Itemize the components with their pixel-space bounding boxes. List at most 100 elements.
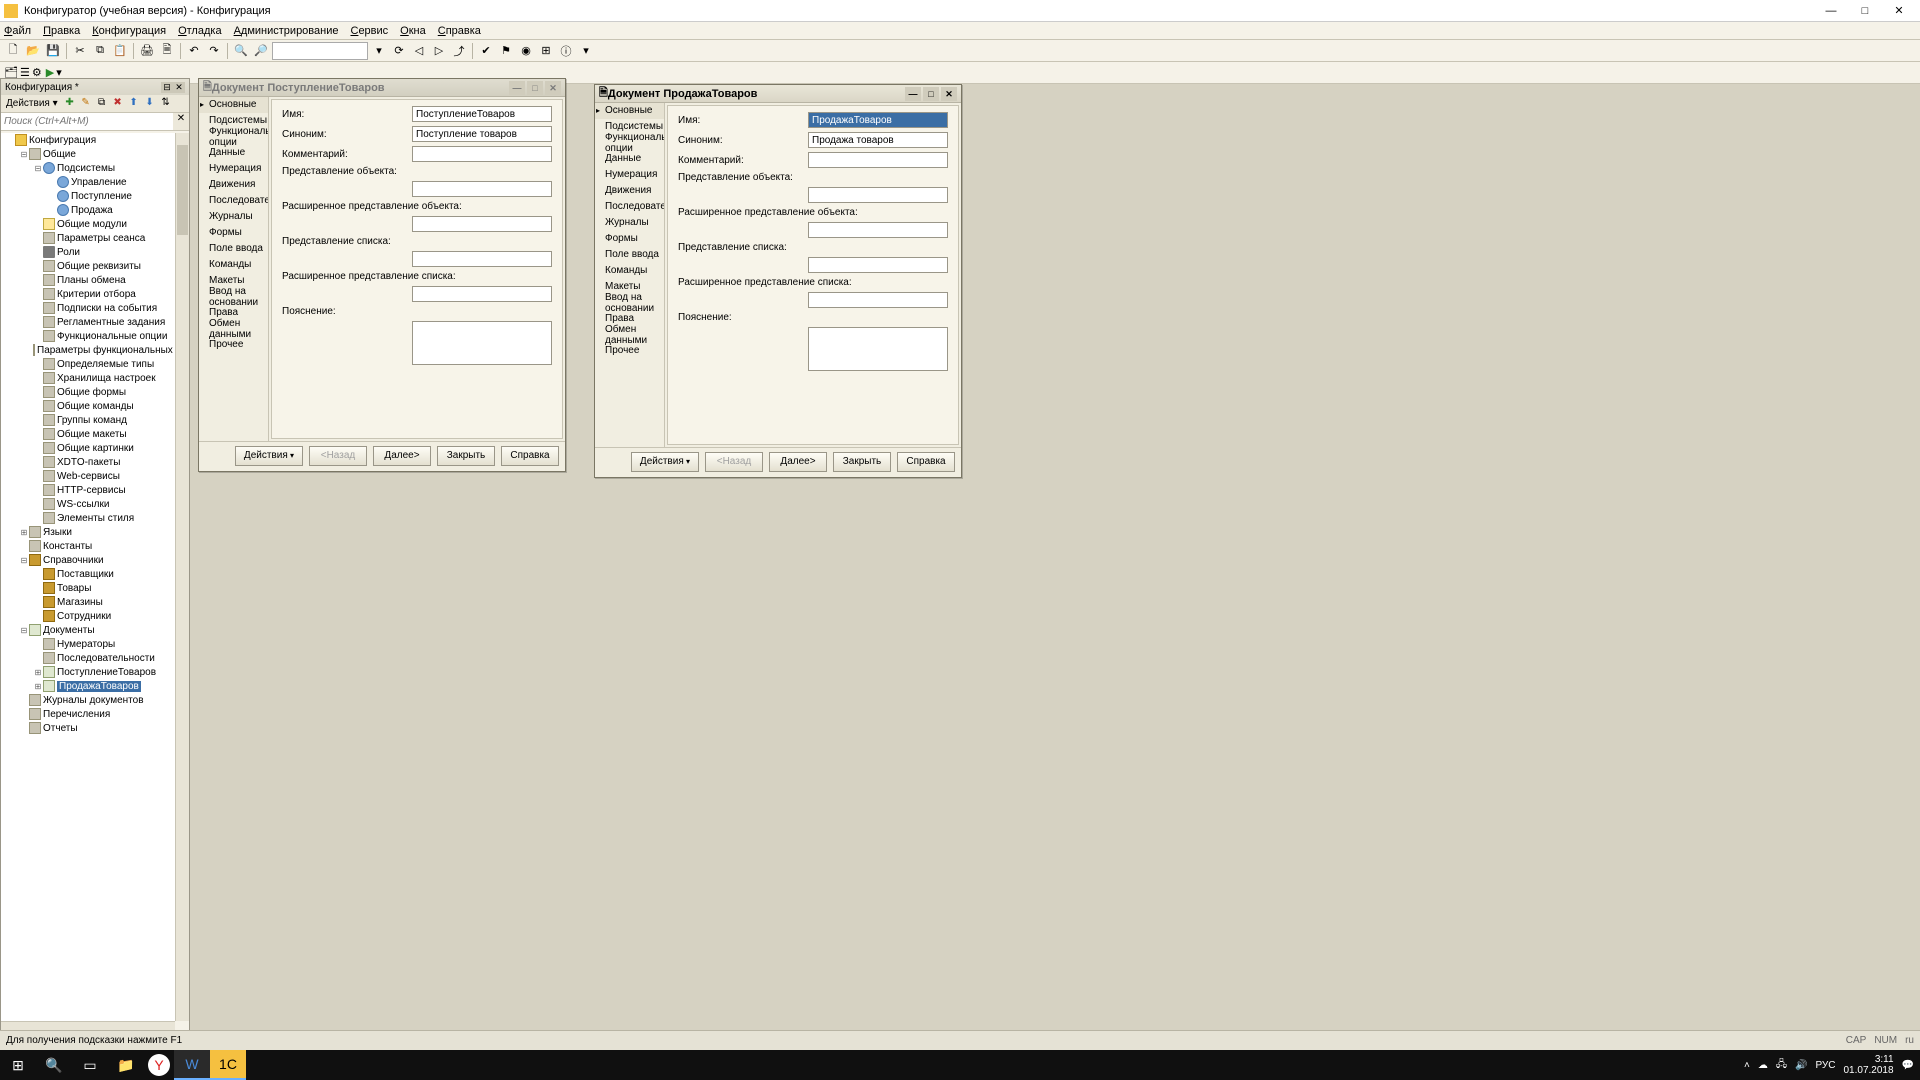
maximize-button[interactable]: □ bbox=[1848, 5, 1882, 17]
tree-node[interactable]: Нумераторы bbox=[1, 637, 175, 651]
refresh-icon[interactable]: ⟳ bbox=[390, 42, 408, 60]
add-icon[interactable]: ✚ bbox=[63, 97, 77, 111]
tree-close-icon[interactable]: ✕ bbox=[173, 82, 185, 93]
obj-repr-input[interactable] bbox=[412, 181, 552, 197]
tree-node[interactable]: ⊞ПродажаТоваров bbox=[1, 679, 175, 693]
explorer-icon[interactable]: 📁 bbox=[108, 1050, 144, 1080]
search-icon[interactable]: 🔍 bbox=[36, 1050, 72, 1080]
ext-list-repr-input[interactable] bbox=[412, 286, 552, 302]
nav-item[interactable]: Журналы bbox=[199, 209, 268, 225]
tree-node[interactable]: Элементы стиля bbox=[1, 511, 175, 525]
menu-администрирование[interactable]: Администрирование bbox=[234, 25, 339, 37]
nav-item[interactable]: Формы bbox=[595, 231, 664, 247]
down-icon[interactable]: ⬇ bbox=[143, 97, 157, 111]
tree-node[interactable]: ⊞Языки bbox=[1, 525, 175, 539]
search-combo[interactable] bbox=[272, 42, 368, 60]
actions-button[interactable]: Действия bbox=[235, 446, 303, 466]
tree-node[interactable]: Поставщики bbox=[1, 567, 175, 581]
tray-chevron-icon[interactable]: ˄ bbox=[1744, 1060, 1750, 1071]
inner-maximize-icon[interactable]: □ bbox=[527, 81, 543, 95]
nav-item[interactable]: Движения bbox=[595, 183, 664, 199]
nav-item[interactable]: Формы bbox=[199, 225, 268, 241]
tree-node[interactable]: Регламентные задания bbox=[1, 315, 175, 329]
tree-node[interactable]: Подписки на события bbox=[1, 301, 175, 315]
tree-node[interactable]: ⊟Справочники bbox=[1, 553, 175, 567]
copy-icon[interactable]: ⧉ bbox=[95, 97, 109, 111]
nav-item[interactable]: Ввод на основании bbox=[595, 295, 664, 311]
paste-icon[interactable]: 📋 bbox=[111, 42, 129, 60]
tree-node[interactable]: HTTP-сервисы bbox=[1, 483, 175, 497]
tray-network-icon[interactable]: 🖧 bbox=[1776, 1057, 1787, 1074]
run-icon[interactable]: ⚑ bbox=[497, 42, 515, 60]
tree-node[interactable]: Продажа bbox=[1, 203, 175, 217]
name-input[interactable] bbox=[412, 106, 552, 122]
actions-button[interactable]: Действия bbox=[631, 452, 699, 472]
tray-notifications-icon[interactable]: 💬 bbox=[1902, 1060, 1914, 1071]
close-button[interactable]: ✕ bbox=[1882, 4, 1916, 17]
nav-item[interactable]: Функциональные опции bbox=[199, 129, 268, 145]
list-repr-input[interactable] bbox=[808, 257, 948, 273]
menu-окна[interactable]: Окна bbox=[400, 25, 426, 37]
help-button[interactable]: Справка bbox=[897, 452, 955, 472]
nav-fwd-icon[interactable]: ▷ bbox=[430, 42, 448, 60]
comment-input[interactable] bbox=[808, 152, 948, 168]
tree-node[interactable]: Общие модули bbox=[1, 217, 175, 231]
inner-title[interactable]: 🗎 Документ ПродажаТоваров — □ ✕ bbox=[595, 85, 961, 103]
inner-minimize-icon[interactable]: — bbox=[509, 81, 525, 95]
up-icon[interactable]: ⬆ bbox=[127, 97, 141, 111]
nav-item[interactable]: Последовательности bbox=[199, 193, 268, 209]
tree-node[interactable]: Общие формы bbox=[1, 385, 175, 399]
tree-node[interactable]: Магазины bbox=[1, 595, 175, 609]
nav-item[interactable]: Последовательности bbox=[595, 199, 664, 215]
tree-node[interactable]: Конфигурация bbox=[1, 133, 175, 147]
tree-node[interactable]: Общие макеты bbox=[1, 427, 175, 441]
back-button[interactable]: <Назад bbox=[705, 452, 763, 472]
word-icon[interactable]: W bbox=[174, 1050, 210, 1080]
nav-item[interactable]: Нумерация bbox=[199, 161, 268, 177]
redo-icon[interactable]: ↷ bbox=[205, 42, 223, 60]
tree-node[interactable]: ⊟Общие bbox=[1, 147, 175, 161]
inner-close-icon[interactable]: ✕ bbox=[545, 81, 561, 95]
tree-node[interactable]: Перечисления bbox=[1, 707, 175, 721]
tree-node[interactable]: Параметры функциональных опц bbox=[1, 343, 175, 357]
edit-icon[interactable]: ✎ bbox=[79, 97, 93, 111]
explain-input[interactable] bbox=[412, 321, 552, 365]
tree-node[interactable]: XDTO-пакеты bbox=[1, 455, 175, 469]
tree-node[interactable]: Общие реквизиты bbox=[1, 259, 175, 273]
tree-scrollbar-v[interactable] bbox=[175, 133, 189, 1021]
syntax-icon[interactable]: ✔ bbox=[477, 42, 495, 60]
nav-item[interactable]: Движения bbox=[199, 177, 268, 193]
dd-icon[interactable]: ▾ bbox=[370, 42, 388, 60]
menu-файл[interactable]: Файл bbox=[4, 25, 31, 37]
tree-node[interactable]: Web-сервисы bbox=[1, 469, 175, 483]
menu-справка[interactable]: Справка bbox=[438, 25, 481, 37]
synonym-input[interactable] bbox=[412, 126, 552, 142]
help-button[interactable]: Справка bbox=[501, 446, 559, 466]
nav-item[interactable]: Ввод на основании bbox=[199, 289, 268, 305]
explain-input[interactable] bbox=[808, 327, 948, 371]
tree-node[interactable]: Общие команды bbox=[1, 399, 175, 413]
tree-node[interactable]: ⊞ПоступлениеТоваров bbox=[1, 665, 175, 679]
tree-search-input[interactable] bbox=[1, 113, 173, 130]
bp-icon[interactable]: ◉ bbox=[517, 42, 535, 60]
more-icon[interactable]: ▾ bbox=[577, 42, 595, 60]
help-icon[interactable]: ⓘ bbox=[557, 42, 575, 60]
taskview-icon[interactable]: ▭ bbox=[72, 1050, 108, 1080]
next-button[interactable]: Далее> bbox=[769, 452, 827, 472]
inner-minimize-icon[interactable]: — bbox=[905, 87, 921, 101]
inner-title[interactable]: 🗎 Документ ПоступлениеТоваров — □ ✕ bbox=[199, 79, 565, 97]
system-tray[interactable]: ˄ ☁ 🖧 🔊 РУС 3:11 01.07.2018 💬 bbox=[1744, 1054, 1920, 1076]
tree-node[interactable]: ⊟Подсистемы bbox=[1, 161, 175, 175]
tree-node[interactable]: Хранилища настроек bbox=[1, 371, 175, 385]
save-icon[interactable]: 💾 bbox=[44, 42, 62, 60]
nav-item[interactable]: Поле ввода bbox=[199, 241, 268, 257]
tree-node[interactable]: Отчеты bbox=[1, 721, 175, 735]
comment-input[interactable] bbox=[412, 146, 552, 162]
sort-icon[interactable]: ⇅ bbox=[159, 97, 173, 111]
next-button[interactable]: Далее> bbox=[373, 446, 431, 466]
tree-node[interactable]: Товары bbox=[1, 581, 175, 595]
menu-конфигурация[interactable]: Конфигурация bbox=[92, 25, 166, 37]
undo-icon[interactable]: ↶ bbox=[185, 42, 203, 60]
1c-icon[interactable]: 1C bbox=[210, 1050, 246, 1080]
goto-icon[interactable]: ⤴ bbox=[450, 42, 468, 60]
